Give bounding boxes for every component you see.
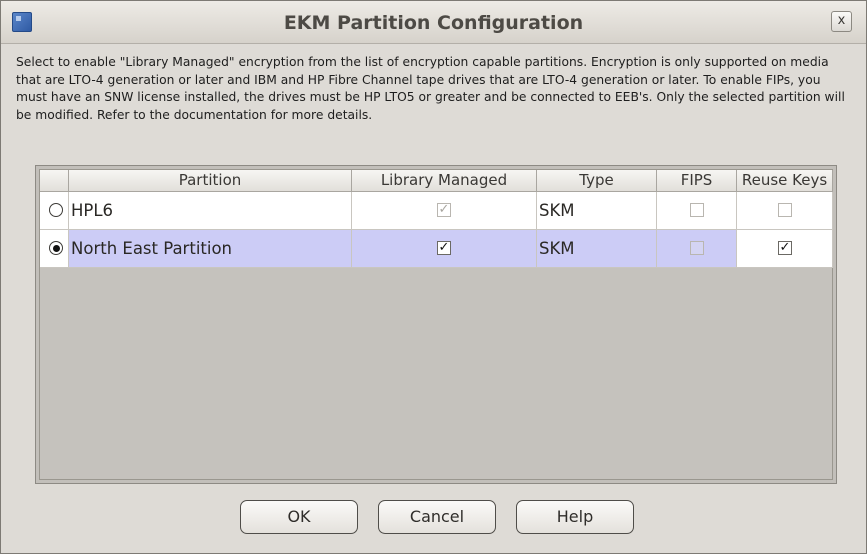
header-library-managed[interactable]: Library Managed: [352, 170, 537, 192]
header-type[interactable]: Type: [537, 170, 657, 192]
library-managed-checkbox: ✓: [437, 202, 451, 217]
ekm-partition-dialog: EKM Partition Configuration x Select to …: [0, 0, 867, 554]
reuse-keys-cell: ✓: [737, 230, 833, 268]
library-managed-cell: ✓: [352, 230, 537, 268]
reuse-keys-checkbox[interactable]: ✓: [778, 241, 792, 255]
reuse-keys-checkbox: [778, 203, 792, 217]
header-select-column[interactable]: [40, 170, 69, 192]
ok-button[interactable]: OK: [240, 500, 358, 534]
reuse-keys-cell: [737, 192, 833, 230]
select-cell: [40, 230, 69, 268]
library-managed-checkbox[interactable]: ✓: [437, 241, 451, 255]
fips-checkbox: [690, 241, 704, 255]
header-fips[interactable]: FIPS: [657, 170, 737, 192]
fips-cell: [657, 192, 737, 230]
partition-name: HPL6: [69, 192, 352, 230]
title-bar[interactable]: EKM Partition Configuration x: [1, 1, 866, 44]
fips-checkbox[interactable]: [690, 203, 704, 217]
header-reuse-keys[interactable]: Reuse Keys: [737, 170, 833, 192]
select-cell: [40, 192, 69, 230]
fips-cell: [657, 230, 737, 268]
cancel-button[interactable]: Cancel: [378, 500, 496, 534]
type-cell: SKM: [537, 192, 657, 230]
partition-radio-hpl6[interactable]: [49, 203, 63, 217]
library-managed-cell: ✓: [352, 192, 537, 230]
table-row[interactable]: HPL6 ✓ SKM: [40, 192, 833, 230]
type-cell: SKM: [537, 230, 657, 268]
partition-radio-north-east[interactable]: [49, 241, 63, 255]
partition-table-viewport: Partition Library Managed Type FIPS Reus…: [39, 169, 833, 480]
partition-name: North East Partition: [69, 230, 352, 268]
table-row[interactable]: North East Partition ✓ SKM ✓: [40, 230, 833, 268]
dialog-title: EKM Partition Configuration: [283, 12, 584, 34]
header-partition[interactable]: Partition: [69, 170, 352, 192]
partition-table: Partition Library Managed Type FIPS Reus…: [35, 165, 837, 484]
close-button[interactable]: x: [831, 11, 852, 32]
description-text: Select to enable "Library Managed" encry…: [16, 55, 845, 122]
help-button[interactable]: Help: [516, 500, 634, 534]
